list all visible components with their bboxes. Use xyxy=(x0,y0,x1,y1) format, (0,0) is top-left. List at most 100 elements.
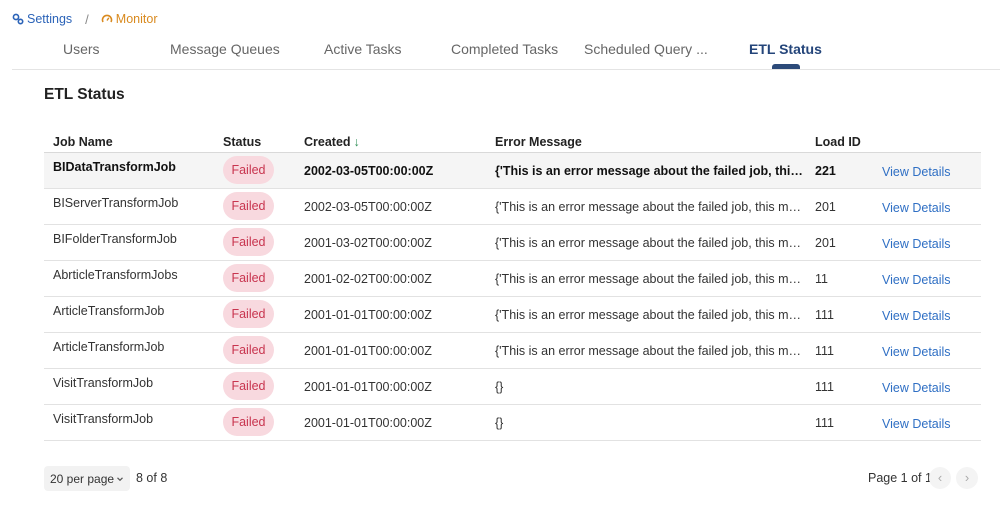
tab-completed-tasks[interactable]: Completed Tasks xyxy=(451,41,558,57)
error-message-cell: {'This is an error message about the fai… xyxy=(495,164,803,178)
table-row[interactable]: VisitTransformJob Failed 2001-01-01T00:00:… xyxy=(44,369,981,405)
sort-descending-icon: ↓ xyxy=(353,135,360,149)
column-header-created-label: Created xyxy=(304,135,351,149)
created-cell: 2001-01-01T00:00:00Z xyxy=(304,416,432,430)
table-row[interactable]: BIDataTransformJob Failed 2002-03-05T00:00… xyxy=(44,153,981,189)
table-row[interactable]: VisitTransformJob Failed 2001-01-01T00:00:… xyxy=(44,405,981,441)
table-row[interactable]: ArticleTransformJob Failed 2001-01-01T00:0… xyxy=(44,297,981,333)
column-header-status[interactable]: Status xyxy=(223,135,261,149)
status-badge: Failed xyxy=(223,228,274,256)
job-name-cell: AbrticleTransformJobs xyxy=(53,268,178,282)
breadcrumb: Settings / Monitor xyxy=(12,11,157,27)
status-badge: Failed xyxy=(223,156,274,184)
status-cell: Failed xyxy=(223,228,274,256)
status-badge: Failed xyxy=(223,408,274,436)
status-cell: Failed xyxy=(223,300,274,328)
load-id-cell: 11 xyxy=(815,272,828,286)
tab-message-queues[interactable]: Message Queues xyxy=(170,41,280,57)
view-details-link[interactable]: View Details xyxy=(882,345,951,359)
previous-page-button[interactable]: ‹ xyxy=(929,467,951,489)
status-badge: Failed xyxy=(223,300,274,328)
load-id-cell: 111 xyxy=(815,308,835,322)
load-id-cell: 221 xyxy=(815,164,836,178)
tab-bar: Users Message Queues Active Tasks Comple… xyxy=(12,34,1000,70)
job-name-cell: VisitTransformJob xyxy=(53,376,154,390)
status-badge: Failed xyxy=(223,336,274,364)
per-page-label: 20 per page xyxy=(50,471,115,486)
error-message-cell: {'This is an error message about the fai… xyxy=(495,272,803,286)
row-count: 8 of 8 xyxy=(136,471,168,485)
tab-etl-status[interactable]: ETL Status xyxy=(749,41,822,57)
error-message-cell: {} xyxy=(495,416,504,430)
view-details-link[interactable]: View Details xyxy=(882,237,951,251)
created-cell: 2001-02-02T00:00:00Z xyxy=(304,272,432,286)
column-header-job-name[interactable]: Job Name xyxy=(53,135,113,149)
load-id-cell: 201 xyxy=(815,200,836,214)
active-tab-indicator xyxy=(772,64,800,69)
breadcrumb-monitor[interactable]: Monitor xyxy=(101,12,158,26)
table-row[interactable]: ArticleTransformJob Failed 2001-01-01T00:0… xyxy=(44,333,981,369)
gears-icon xyxy=(12,13,24,25)
status-cell: Failed xyxy=(223,372,274,400)
created-cell: 2001-01-01T00:00:00Z xyxy=(304,344,432,358)
load-id-cell: 201 xyxy=(815,236,836,250)
table-row[interactable]: BIServerTransformJob Failed 2002-03-05T00:… xyxy=(44,189,981,225)
status-cell: Failed xyxy=(223,336,274,364)
error-message-cell: {'This is an error message about the fai… xyxy=(495,344,803,358)
status-cell: Failed xyxy=(223,408,274,436)
breadcrumb-settings[interactable]: Settings xyxy=(12,12,72,26)
view-details-link[interactable]: View Details xyxy=(882,165,951,179)
created-cell: 2001-03-02T00:00:00Z xyxy=(304,236,432,250)
view-details-link[interactable]: View Details xyxy=(882,309,951,323)
breadcrumb-settings-label: Settings xyxy=(27,12,73,26)
status-cell: Failed xyxy=(223,192,274,220)
view-details-link[interactable]: View Details xyxy=(882,201,951,215)
job-name-cell: BIServerTransformJob xyxy=(53,196,179,210)
tab-active-tasks[interactable]: Active Tasks xyxy=(324,41,402,57)
load-id-cell: 111 xyxy=(815,416,835,430)
job-name-cell: BIDataTransformJob xyxy=(53,160,176,174)
created-cell: 2001-01-01T00:00:00Z xyxy=(304,308,432,322)
breadcrumb-monitor-label: Monitor xyxy=(115,12,158,26)
job-name-cell: ArticleTransformJob xyxy=(53,340,165,354)
column-header-load-id[interactable]: Load ID xyxy=(815,135,861,149)
tab-users[interactable]: Users xyxy=(63,41,100,57)
job-name-cell: VisitTransformJob xyxy=(53,412,154,426)
next-page-button[interactable]: › xyxy=(956,467,978,489)
page-title: ETL Status xyxy=(44,86,125,103)
page-indicator: Page 1 of 1 xyxy=(868,471,932,485)
table-body: BIDataTransformJob Failed 2002-03-05T00:00… xyxy=(44,153,981,441)
status-cell: Failed xyxy=(223,156,274,184)
gauge-icon xyxy=(101,13,113,25)
column-header-error-message[interactable]: Error Message xyxy=(495,135,582,149)
status-badge: Failed xyxy=(223,264,274,292)
tab-scheduled-query[interactable]: Scheduled Query ... xyxy=(584,41,708,57)
load-id-cell: 111 xyxy=(815,380,835,394)
table-row[interactable]: AbrticleTransformJobs Failed 2001-02-02T00… xyxy=(44,261,981,297)
breadcrumb-separator: / xyxy=(85,11,89,27)
status-badge: Failed xyxy=(223,192,274,220)
table-header: Job Name Status Created ↓ Error Message L… xyxy=(44,131,981,153)
error-message-cell: {'This is an error message about the fai… xyxy=(495,308,803,322)
error-message-cell: {'This is an error message about the fai… xyxy=(495,200,803,214)
view-details-link[interactable]: View Details xyxy=(882,273,951,287)
chevron-left-icon: ‹ xyxy=(937,470,943,485)
column-header-created[interactable]: Created ↓ xyxy=(304,135,360,149)
view-details-link[interactable]: View Details xyxy=(882,381,951,395)
job-name-cell: BIFolderTransformJob xyxy=(53,232,177,246)
view-details-link[interactable]: View Details xyxy=(882,417,951,431)
error-message-cell: {'This is an error message about the fai… xyxy=(495,236,803,250)
per-page-select[interactable]: 20 per page xyxy=(44,466,131,491)
status-badge: Failed xyxy=(223,372,274,400)
created-cell: 2002-03-05T00:00:00Z xyxy=(304,200,432,214)
table-row[interactable]: BIFolderTransformJob Failed 2001-03-02T00:… xyxy=(44,225,981,261)
load-id-cell: 111 xyxy=(815,344,835,358)
created-cell: 2001-01-01T00:00:00Z xyxy=(304,380,432,394)
job-name-cell: ArticleTransformJob xyxy=(53,304,165,318)
error-message-cell: {} xyxy=(495,380,504,394)
etl-status-table: Job Name Status Created ↓ Error Message L… xyxy=(44,131,981,441)
status-cell: Failed xyxy=(223,264,274,292)
created-cell: 2002-03-05T00:00:00Z xyxy=(304,164,434,178)
chevron-right-icon: › xyxy=(964,470,970,485)
chevron-down-icon xyxy=(116,472,124,486)
